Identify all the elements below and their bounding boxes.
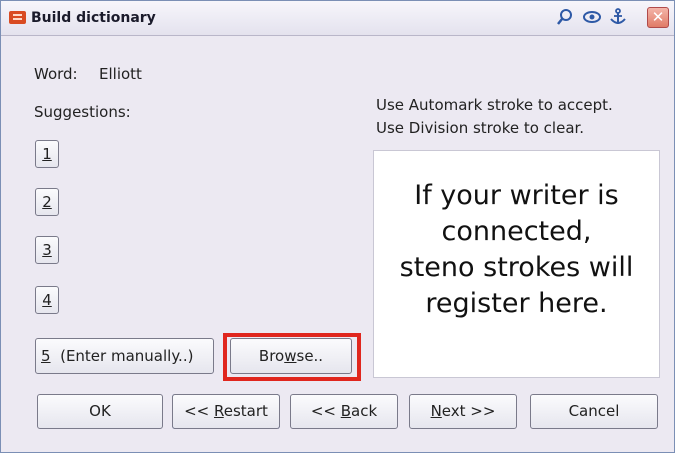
suggestion-4-label: 4 [42,291,52,309]
stroke-message-line-4: register here. [425,288,608,319]
suggestions-label: Suggestions: [34,103,131,121]
back-label-mnemonic: B [340,402,352,420]
suggestion-2-label: 2 [42,193,52,211]
suggestion-button-4[interactable]: 4 [35,286,59,314]
cancel-button[interactable]: Cancel [530,394,658,429]
word-label: Word: [34,65,78,83]
next-button[interactable]: Next >> [409,394,517,429]
stroke-message-line-2: connected, [441,216,592,247]
enter-manually-number: 5 [41,347,51,365]
back-label-post: ack [351,402,378,420]
ok-button[interactable]: OK [37,394,163,429]
restart-label-post: estart [223,402,268,420]
build-dictionary-window: Build dictionary ✕ Word: Elliott Suggest… [0,0,675,453]
word-value: Elliott [99,65,142,83]
anchor-icon[interactable] [607,7,629,29]
window-title: Build dictionary [31,10,156,26]
stroke-message-line-1: If your writer is [414,180,619,211]
enter-manually-button[interactable]: 5 (Enter manually..) [35,338,214,374]
suggestion-1-label: 1 [42,145,52,163]
app-icon [9,11,26,24]
stroke-area-message: If your writer is connected, steno strok… [374,178,659,322]
back-label-pre: << [310,402,341,420]
suggestion-3-label: 3 [42,241,52,259]
suggestion-button-3[interactable]: 3 [35,236,59,264]
next-label-post: ext >> [441,402,496,420]
enter-manually-text: (Enter manually..) [60,347,194,365]
stroke-message-line-3: steno strokes will [399,252,634,283]
back-button[interactable]: << Back [290,394,398,429]
title-bar: Build dictionary ✕ [1,1,674,36]
instruction-line-2: Use Division stroke to clear. [376,119,585,137]
eye-icon[interactable] [581,7,603,29]
restart-label-mnemonic: R [213,402,224,420]
browse-highlight [223,333,361,381]
next-label-mnemonic: N [430,402,442,420]
restart-button[interactable]: << Restart [172,394,280,429]
restart-label-pre: << [184,402,214,420]
suggestion-button-1[interactable]: 1 [35,140,59,168]
suggestion-button-2[interactable]: 2 [35,188,59,216]
stroke-input-area[interactable]: If your writer is connected, steno strok… [373,150,660,378]
close-button[interactable]: ✕ [647,7,669,28]
instruction-line-1: Use Automark stroke to accept. [376,96,613,114]
magnifier-icon[interactable] [554,7,576,29]
